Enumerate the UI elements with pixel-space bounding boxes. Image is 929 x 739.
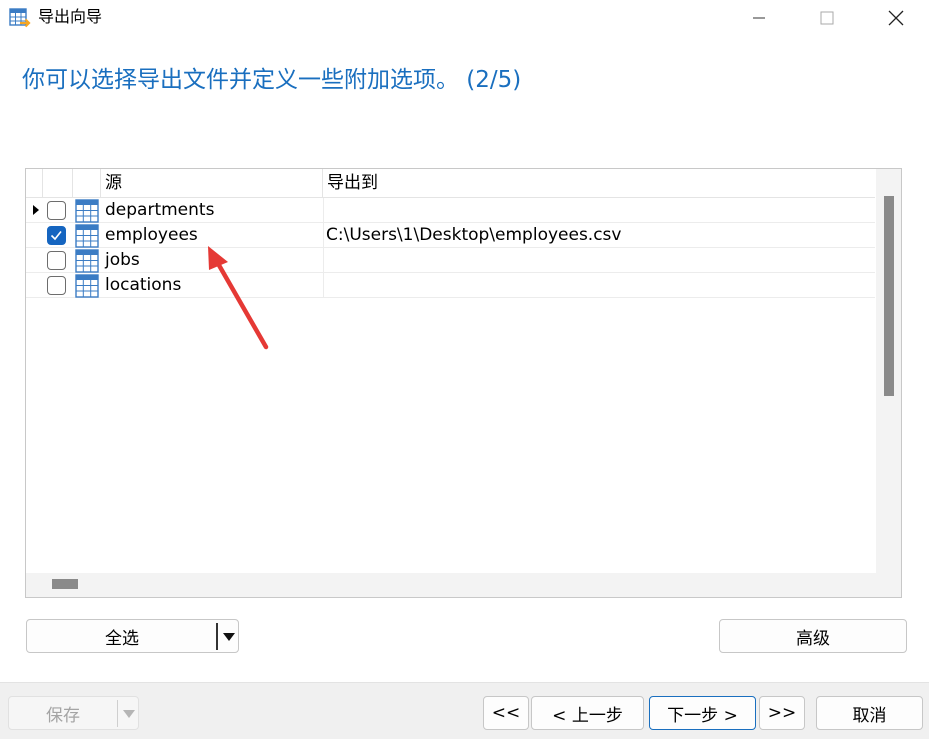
target-cell[interactable] [326,198,866,223]
page-heading: 你可以选择导出文件并定义一些附加选项。 (2/5) [22,67,522,93]
save-button[interactable]: 保存 [9,701,117,726]
table-icon [75,199,99,223]
table-icon [75,249,99,273]
cancel-button[interactable]: 取消 [816,696,923,730]
row-checkbox[interactable] [47,201,66,220]
previous-button[interactable]: < 上一步 [531,696,644,730]
maximize-button[interactable] [804,0,850,36]
first-step-button[interactable]: << [483,696,529,730]
column-separator [323,198,324,223]
split-divider [216,623,218,650]
target-cell[interactable] [326,248,866,273]
row-checkbox[interactable] [47,251,66,270]
table-icon [75,274,99,298]
dropdown-arrow-icon[interactable] [222,632,236,642]
close-icon [888,10,904,26]
table-row[interactable]: employees C:\Users\1\Desktop\employees.c… [26,223,875,248]
annotation-arrow-icon [208,246,269,350]
maximize-icon [820,11,834,25]
split-divider [117,700,118,727]
table-icon [75,224,99,248]
close-button[interactable] [873,0,919,36]
window-title: 导出向导 [38,7,103,26]
minimize-button[interactable] [736,0,782,36]
column-separator [323,248,324,273]
minimize-icon [753,17,765,19]
last-step-button[interactable]: >> [759,696,805,730]
dropdown-arrow-icon[interactable] [122,709,136,719]
icon-header [73,169,101,198]
title-bar: 导出向导 [0,0,929,36]
column-header-target[interactable]: 导出到 [323,169,875,198]
select-all-button[interactable]: 全选 [27,624,217,649]
target-cell[interactable]: C:\Users\1\Desktop\employees.csv [326,223,866,248]
horizontal-scrollbar[interactable] [26,573,876,597]
export-table-grid[interactable]: 源 导出到 departments employees C:\Users\1\D… [25,168,902,598]
select-all-split-button[interactable]: 全选 [26,619,239,653]
column-separator [323,223,324,248]
table-row[interactable]: locations [26,273,875,298]
row-checkbox[interactable] [47,226,66,245]
grid-header: 源 导出到 [26,169,875,198]
advanced-button[interactable]: 高级 [719,619,907,653]
table-row[interactable]: departments [26,198,875,223]
table-row[interactable]: jobs [26,248,875,273]
checkmark-icon [50,231,62,241]
column-header-source[interactable]: 源 [101,169,323,198]
column-separator [323,273,324,298]
horizontal-scroll-thumb[interactable] [52,579,78,589]
vertical-scroll-thumb[interactable] [884,196,894,396]
target-cell[interactable] [326,273,866,298]
row-checkbox[interactable] [47,276,66,295]
source-cell: departments [105,200,215,220]
checkbox-header [43,169,73,198]
save-split-button[interactable]: 保存 [8,696,139,730]
next-button[interactable]: 下一步 > [649,696,756,730]
row-indicator-header [26,169,43,198]
current-row-indicator-icon [33,205,39,215]
table-export-icon [9,8,31,28]
